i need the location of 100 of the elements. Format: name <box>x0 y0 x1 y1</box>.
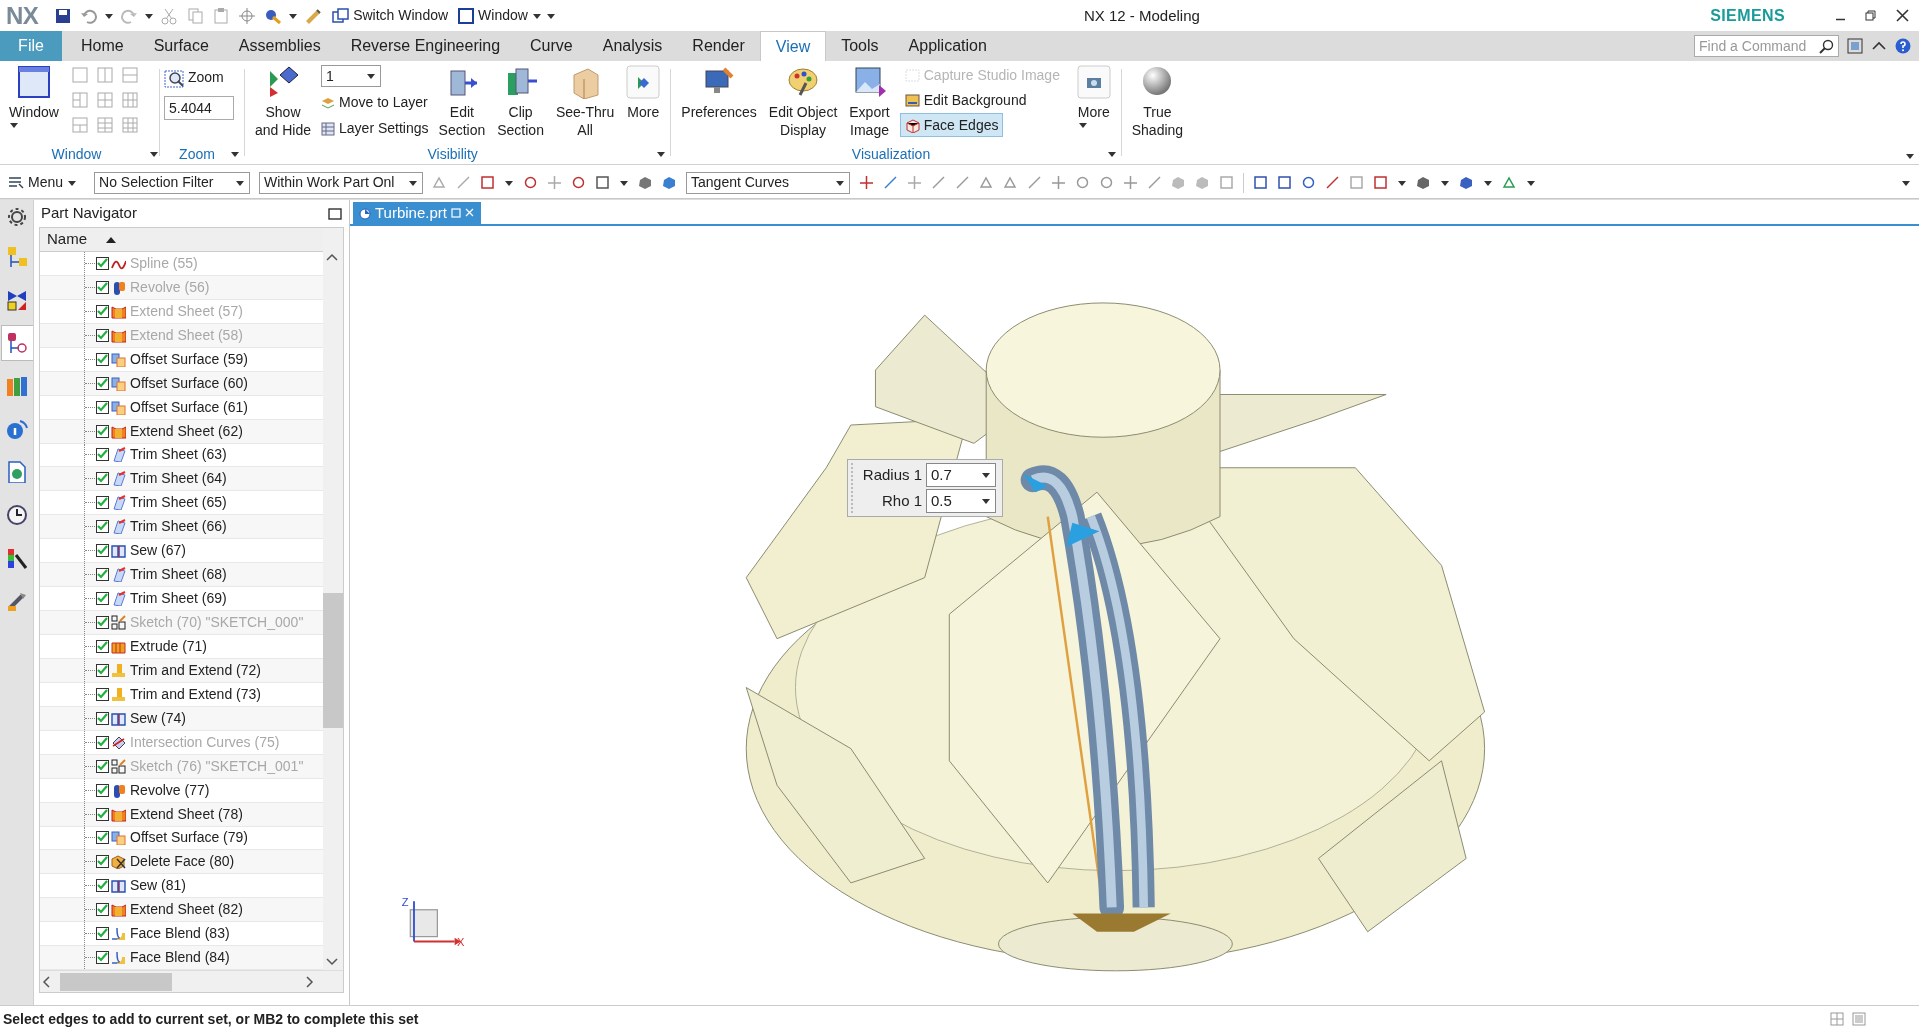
ribbon-tab[interactable]: Curve <box>515 31 588 61</box>
ribbon-tab[interactable]: Analysis <box>587 31 678 61</box>
true-shading-button[interactable]: True Shading <box>1125 61 1190 139</box>
scrollbar-thumb[interactable] <box>323 593 343 728</box>
maximize-icon[interactable] <box>328 207 342 220</box>
web-page-icon[interactable] <box>5 461 28 483</box>
ribbon-tab[interactable]: View <box>759 31 827 61</box>
visibility-checkbox[interactable] <box>96 616 109 630</box>
ribbon-button[interactable]: Export Image <box>843 61 896 139</box>
show-hide-button[interactable]: Show and Hide <box>249 61 318 139</box>
move-to-layer-button[interactable]: Move to Layer <box>321 92 429 113</box>
turbine-drawing[interactable] <box>745 302 1486 972</box>
visibility-checkbox[interactable] <box>96 879 109 893</box>
visibility-checkbox[interactable] <box>96 256 109 270</box>
constraint-icon[interactable] <box>5 289 28 311</box>
settings-icon[interactable] <box>5 206 28 228</box>
visibility-checkbox[interactable] <box>96 592 109 606</box>
feature-name[interactable]: Sew (81) <box>130 875 187 897</box>
tools-icon[interactable] <box>5 590 28 612</box>
visibility-checkbox[interactable] <box>96 472 109 486</box>
visibility-checkbox[interactable] <box>96 376 109 390</box>
assembly-tree-icon[interactable] <box>5 246 28 268</box>
full-screen-icon[interactable] <box>1847 38 1863 54</box>
ribbon-tab[interactable]: Reverse Engineering <box>335 31 516 61</box>
window-menu-button[interactable]: Window <box>458 5 528 26</box>
color-palette-icon[interactable] <box>5 547 28 569</box>
visibility-checkbox[interactable] <box>96 855 109 869</box>
window-layout-button[interactable]: Window <box>4 61 64 129</box>
ribbon-tab[interactable]: Application <box>893 31 1002 61</box>
visibility-checkbox[interactable] <box>96 783 109 797</box>
visibility-checkbox[interactable] <box>96 496 109 510</box>
visibility-checkbox[interactable] <box>96 687 109 701</box>
library-books-icon[interactable] <box>5 375 28 397</box>
circle-icon[interactable] <box>1075 175 1091 190</box>
info-icon[interactable] <box>5 418 28 440</box>
feature-name[interactable]: Offset Surface (79) <box>130 827 248 849</box>
visibility-checkbox[interactable] <box>96 568 109 582</box>
feature-name[interactable]: Trim Sheet (65) <box>130 492 227 514</box>
visibility-checkbox[interactable] <box>96 304 109 318</box>
visibility-checkbox[interactable] <box>96 352 109 366</box>
ribbon-button[interactable]: More <box>620 61 667 121</box>
visibility-checkbox[interactable] <box>96 711 109 725</box>
ribbon-small-button[interactable]: Edit Background <box>899 88 1032 112</box>
value-dropdown[interactable]: 0.7 <box>926 463 996 487</box>
scrollbar-thumb[interactable] <box>60 972 172 991</box>
clock-icon[interactable] <box>5 504 28 526</box>
line-icon[interactable] <box>931 175 947 190</box>
feature-name[interactable]: Extrude (71) <box>130 635 208 657</box>
circle-icon[interactable] <box>1099 175 1115 190</box>
help-icon[interactable] <box>1895 38 1911 54</box>
visibility-checkbox[interactable] <box>96 759 109 773</box>
feature-name[interactable]: Face Blend (83) <box>130 923 230 945</box>
visibility-checkbox[interactable] <box>96 520 109 534</box>
ribbon-button[interactable]: See-Thru All <box>549 61 621 139</box>
ribbon-tab[interactable]: Home <box>66 31 139 61</box>
visibility-checkbox[interactable] <box>96 280 109 294</box>
ribbon-tab[interactable]: Surface <box>138 31 224 61</box>
part-tree-icon[interactable] <box>6 332 28 354</box>
value-dropdown[interactable]: 0.5 <box>926 489 996 513</box>
ribbon-tab[interactable]: Assemblies <box>223 31 336 61</box>
zoom-button[interactable]: Zoom <box>164 67 240 88</box>
ribbon-button[interactable]: Edit Section <box>432 61 492 139</box>
selection-filter-dropdown[interactable]: No Selection Filter <box>94 171 251 194</box>
ribbon-small-button[interactable]: Face Edges <box>899 113 1004 137</box>
feature-name[interactable]: Sew (67) <box>130 540 187 562</box>
visibility-checkbox[interactable] <box>96 951 109 965</box>
ribbon-tab[interactable]: Render <box>677 31 760 61</box>
visibility-checkbox[interactable] <box>96 448 109 462</box>
visibility-checkbox[interactable] <box>96 903 109 917</box>
line-icon[interactable] <box>1147 175 1163 190</box>
selection-scope-dropdown[interactable]: Within Work Part Onl <box>259 171 424 194</box>
visibility-checkbox[interactable] <box>96 424 109 438</box>
ribbon-button[interactable]: Edit Object Display <box>762 61 844 139</box>
visibility-checkbox[interactable] <box>96 639 109 653</box>
feature-name[interactable]: Trim and Extend (73) <box>130 683 261 705</box>
close-icon[interactable] <box>465 208 475 218</box>
visibility-checkbox[interactable] <box>96 831 109 845</box>
ribbon-button[interactable]: Clip Section <box>491 61 550 139</box>
plus-icon[interactable] <box>1123 175 1139 190</box>
feature-name[interactable]: Trim Sheet (63) <box>130 444 227 466</box>
switch-window-button[interactable]: Switch Window <box>332 5 449 26</box>
layer-dropdown[interactable]: 1 <box>321 65 382 87</box>
visibility-checkbox[interactable] <box>96 735 109 749</box>
ribbon-tab[interactable]: Tools <box>826 31 894 61</box>
feature-name[interactable]: Revolve (77) <box>130 779 210 801</box>
ribbon-button[interactable]: More <box>1070 61 1117 129</box>
visibility-checkbox[interactable] <box>96 927 109 941</box>
visibility-checkbox[interactable] <box>96 544 109 558</box>
visibility-checkbox[interactable] <box>96 663 109 677</box>
menu-button[interactable]: Menu <box>8 172 78 193</box>
ribbon-button[interactable]: Preferences <box>675 61 763 121</box>
layer-settings-button[interactable]: Layer Settings <box>321 118 429 139</box>
curve-rule-dropdown[interactable]: Tangent Curves <box>686 171 851 194</box>
feature-name[interactable]: Offset Surface (59) <box>130 348 248 370</box>
zoom-scale-field[interactable]: 5.4044 <box>164 96 234 120</box>
feature-name[interactable]: Trim Sheet (69) <box>130 588 227 610</box>
visibility-checkbox[interactable] <box>96 328 109 342</box>
line-icon[interactable] <box>955 175 971 190</box>
feature-name[interactable]: Sew (74) <box>130 707 187 729</box>
command-search-field[interactable]: Find a Command <box>1694 35 1839 57</box>
